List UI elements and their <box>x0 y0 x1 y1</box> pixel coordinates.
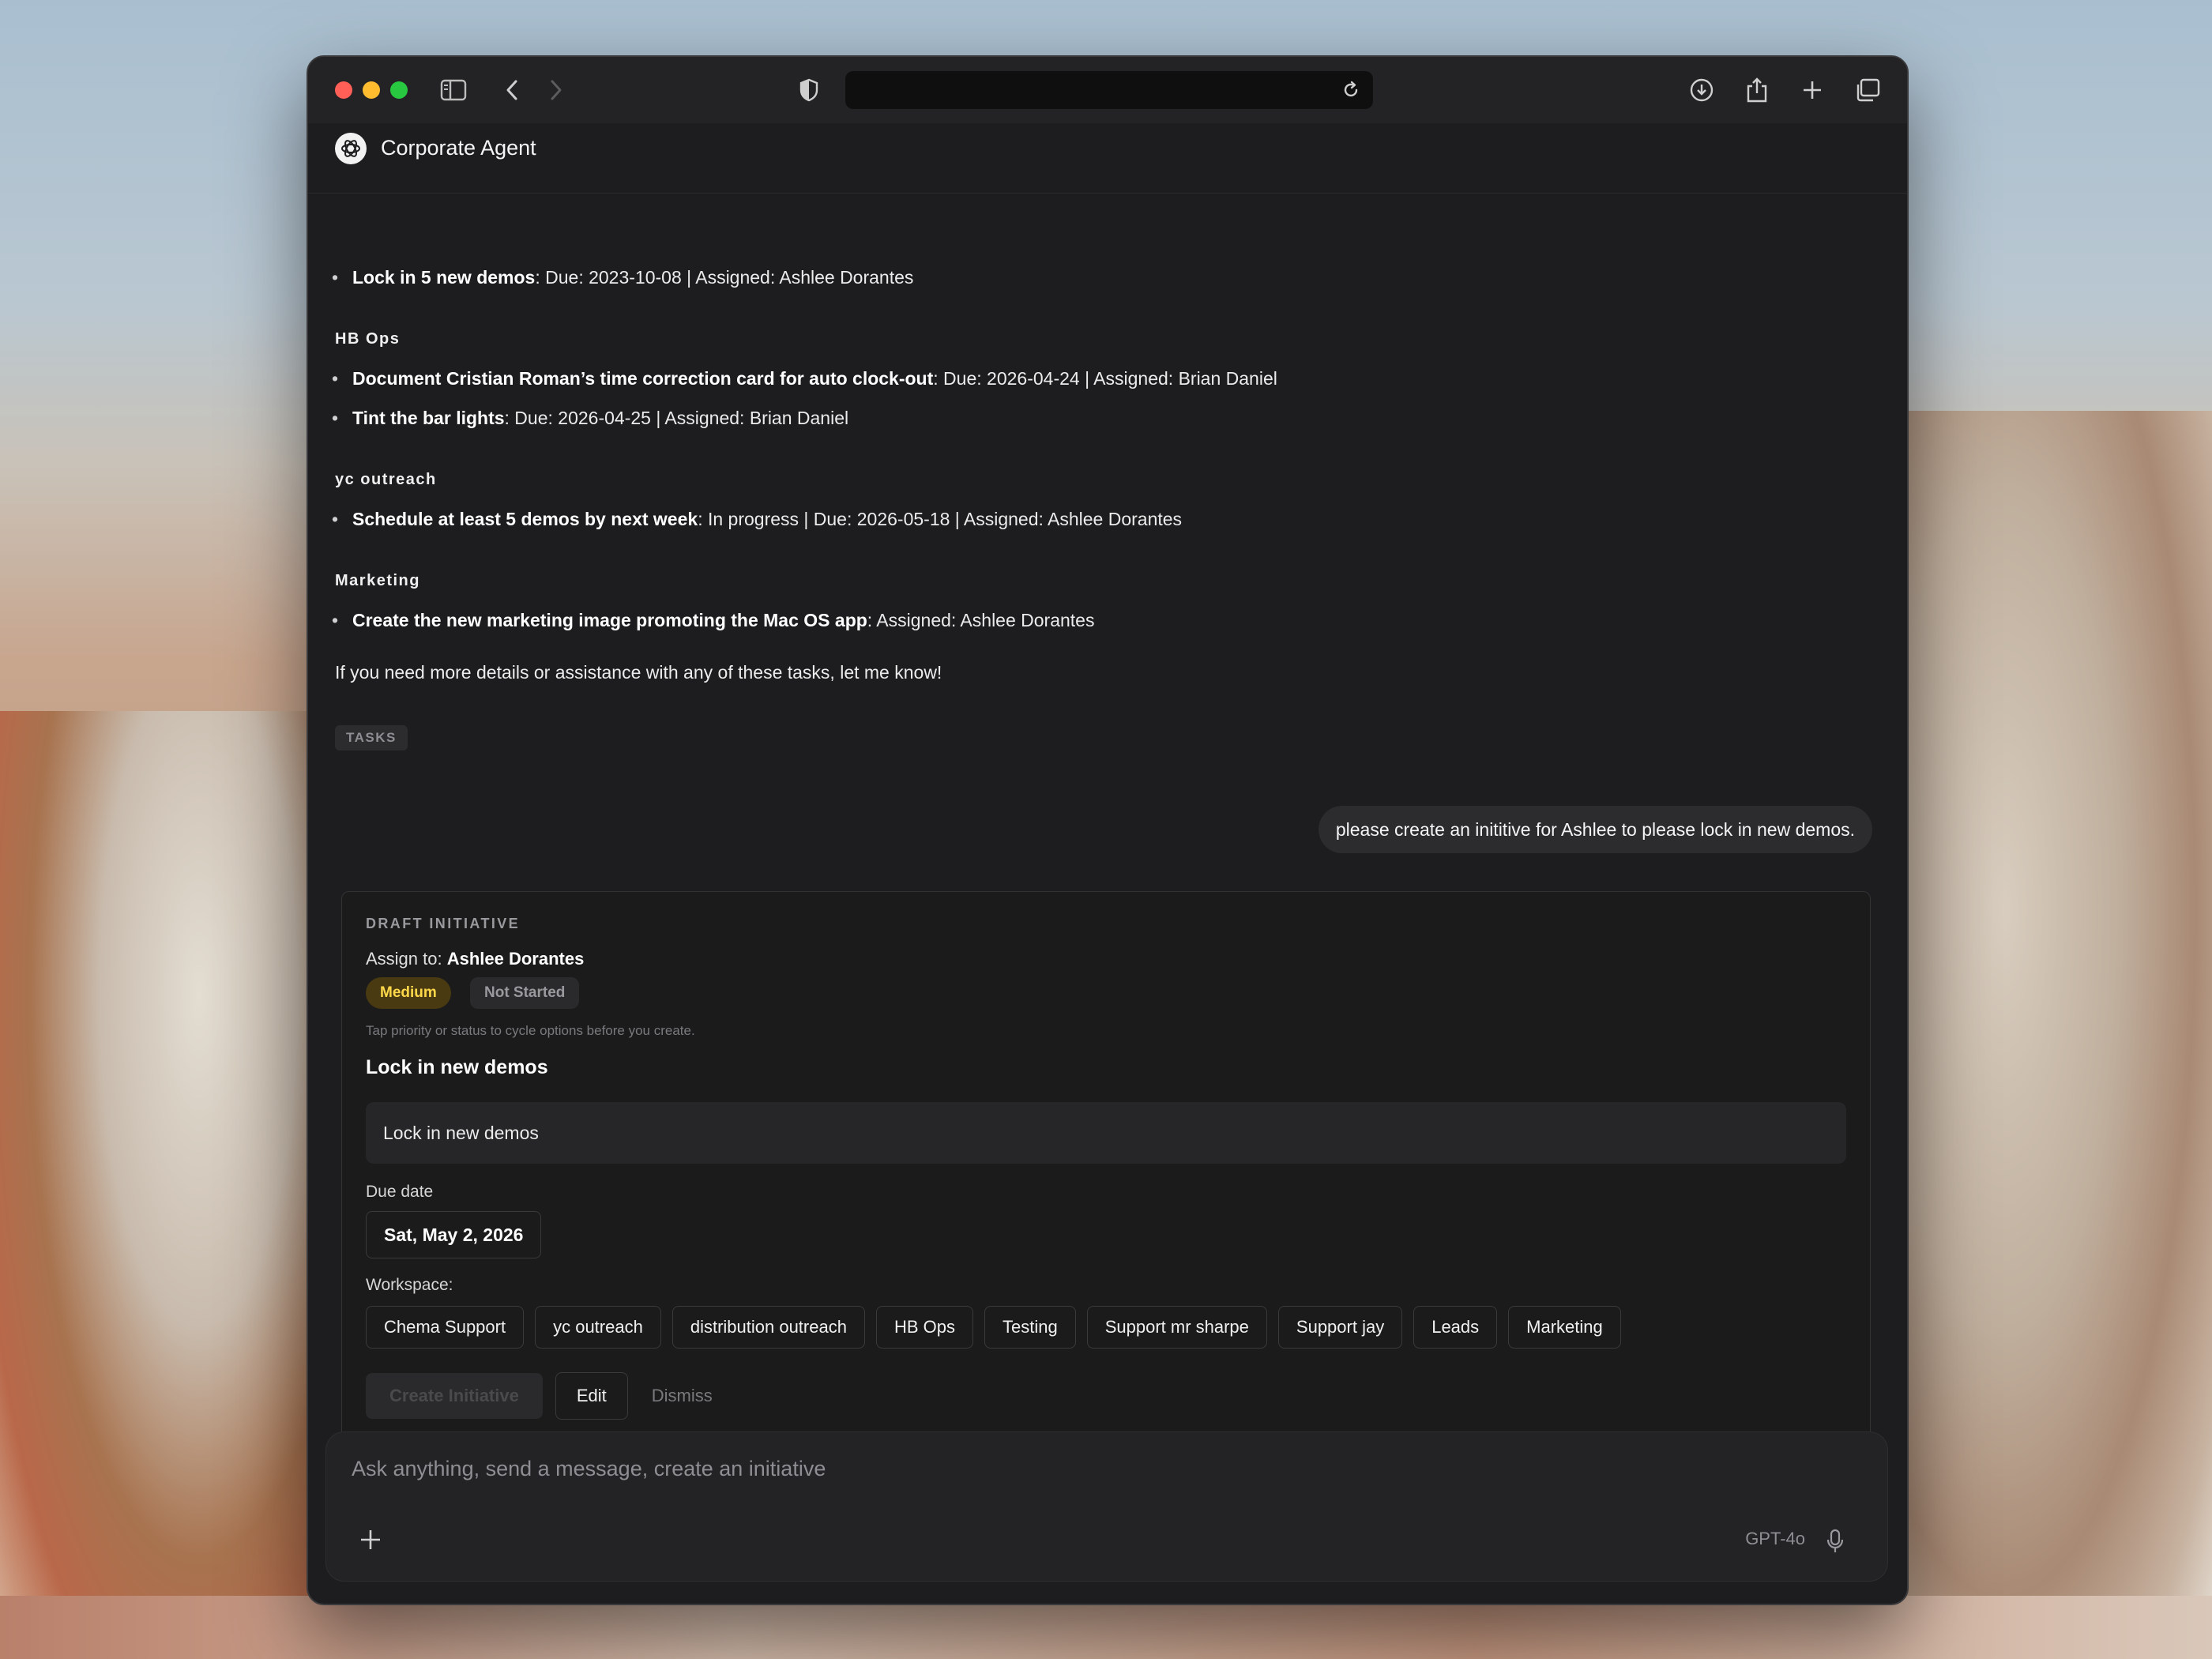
assign-line: Assign to: Ashlee Dorantes <box>366 949 584 969</box>
task-title: Document Cristian Roman’s time correctio… <box>352 368 934 389</box>
user-message-bubble: please create an inititive for Ashlee to… <box>1318 806 1872 853</box>
desert-rock-left <box>0 711 332 1659</box>
workspace-chip[interactable]: Support jay <box>1277 1306 1403 1349</box>
task-details: : Due: 2023-10-08 | Assigned: Ashlee Dor… <box>535 267 914 288</box>
shield-icon[interactable] <box>793 74 825 106</box>
assign-prefix: Assign to: <box>366 949 447 969</box>
task-details: : Assigned: Ashlee Dorantes <box>867 610 1095 630</box>
task-item: Lock in 5 new demos: Due: 2023-10-08 | A… <box>332 265 914 289</box>
forward-icon[interactable] <box>540 74 572 106</box>
task-item: Document Cristian Roman’s time correctio… <box>332 367 1277 390</box>
task-item: Create the new marketing image promoting… <box>332 608 1095 632</box>
openai-logo-icon <box>335 133 367 164</box>
reload-icon[interactable] <box>1337 76 1365 104</box>
share-icon[interactable] <box>1741 74 1773 106</box>
close-window-button[interactable] <box>335 81 352 99</box>
cycle-hint: Tap priority or status to cycle options … <box>366 1023 695 1038</box>
draft-actions: Create Initiative Edit Dismiss <box>366 1372 724 1420</box>
browser-toolbar <box>308 57 1907 123</box>
microphone-icon[interactable] <box>1821 1525 1849 1557</box>
model-selector[interactable]: GPT-4o <box>1745 1529 1805 1549</box>
workspace-heading: Marketing <box>335 572 420 589</box>
tasks-tag: TASKS <box>335 725 408 750</box>
task-title: Schedule at least 5 demos by next week <box>352 509 698 529</box>
zoom-window-button[interactable] <box>390 81 408 99</box>
create-initiative-button[interactable]: Create Initiative <box>366 1373 543 1419</box>
workspace-chip[interactable]: distribution outreach <box>672 1306 865 1349</box>
workspace-chip[interactable]: Chema Support <box>366 1306 525 1349</box>
desert-ground <box>0 1596 2212 1659</box>
desert-rock-right <box>1864 411 2212 1659</box>
due-date-label: Due date <box>366 1183 434 1201</box>
chat-thread: Lock in 5 new demos: Due: 2023-10-08 | A… <box>308 194 1907 1458</box>
workspace-chip[interactable]: Testing <box>984 1306 1076 1349</box>
due-date-picker[interactable]: Sat, May 2, 2026 <box>366 1211 542 1258</box>
workspace-heading: HB Ops <box>335 330 401 348</box>
workspace-chip[interactable]: yc outreach <box>535 1306 661 1349</box>
tabs-overview-icon[interactable] <box>1852 74 1883 106</box>
task-title: Create the new marketing image promoting… <box>352 610 867 630</box>
status-pill[interactable]: Not Started <box>470 977 580 1009</box>
workspace-chip[interactable]: Marketing <box>1508 1306 1621 1349</box>
sidebar-icon[interactable] <box>438 74 469 106</box>
workspace-chip[interactable]: Leads <box>1413 1306 1498 1349</box>
task-title: Lock in 5 new demos <box>352 267 536 288</box>
back-icon[interactable] <box>496 74 528 106</box>
task-details: : Due: 2026-04-24 | Assigned: Brian Dani… <box>933 368 1277 389</box>
download-icon[interactable] <box>1686 74 1717 106</box>
app-header <box>308 123 1907 194</box>
browser-window: Corporate Agent Lock in 5 new demos: Due… <box>307 55 1909 1605</box>
task-item: Schedule at least 5 demos by next week: … <box>332 507 1183 531</box>
message-input[interactable] <box>350 1448 1775 1489</box>
message-composer: GPT-4o <box>325 1431 1888 1582</box>
task-item: Tint the bar lights: Due: 2026-04-25 | A… <box>332 406 849 430</box>
task-details: : Due: 2026-04-25 | Assigned: Brian Dani… <box>504 408 849 428</box>
description-field[interactable]: Lock in new demos <box>366 1102 1846 1164</box>
priority-pill[interactable]: Medium <box>366 977 451 1009</box>
workspace-label: Workspace: <box>366 1276 453 1294</box>
assignee-name: Ashlee Dorantes <box>446 949 585 969</box>
address-bar[interactable] <box>845 71 1373 109</box>
minimize-window-button[interactable] <box>363 81 380 99</box>
workspace-heading: yc outreach <box>335 471 437 488</box>
new-tab-icon[interactable] <box>1796 74 1828 106</box>
workspace-chip[interactable]: Support mr sharpe <box>1086 1306 1267 1349</box>
draft-header: DRAFT INITIATIVE <box>366 916 521 931</box>
initiative-title: Lock in new demos <box>366 1056 548 1078</box>
assistant-closing-text: If you need more details or assistance w… <box>335 662 942 683</box>
task-details: : In progress | Due: 2026-05-18 | Assign… <box>698 509 1183 529</box>
task-title: Tint the bar lights <box>352 408 505 428</box>
app-title: Corporate Agent <box>381 136 536 160</box>
dismiss-button[interactable]: Dismiss <box>641 1373 724 1419</box>
workspace-chips: Chema Support yc outreach distribution o… <box>366 1306 1621 1349</box>
draft-initiative-card: DRAFT INITIATIVE Assign to: Ashlee Doran… <box>341 891 1871 1441</box>
plus-icon[interactable] <box>355 1524 386 1556</box>
edit-button[interactable]: Edit <box>555 1372 628 1420</box>
workspace-chip[interactable]: HB Ops <box>875 1306 973 1349</box>
